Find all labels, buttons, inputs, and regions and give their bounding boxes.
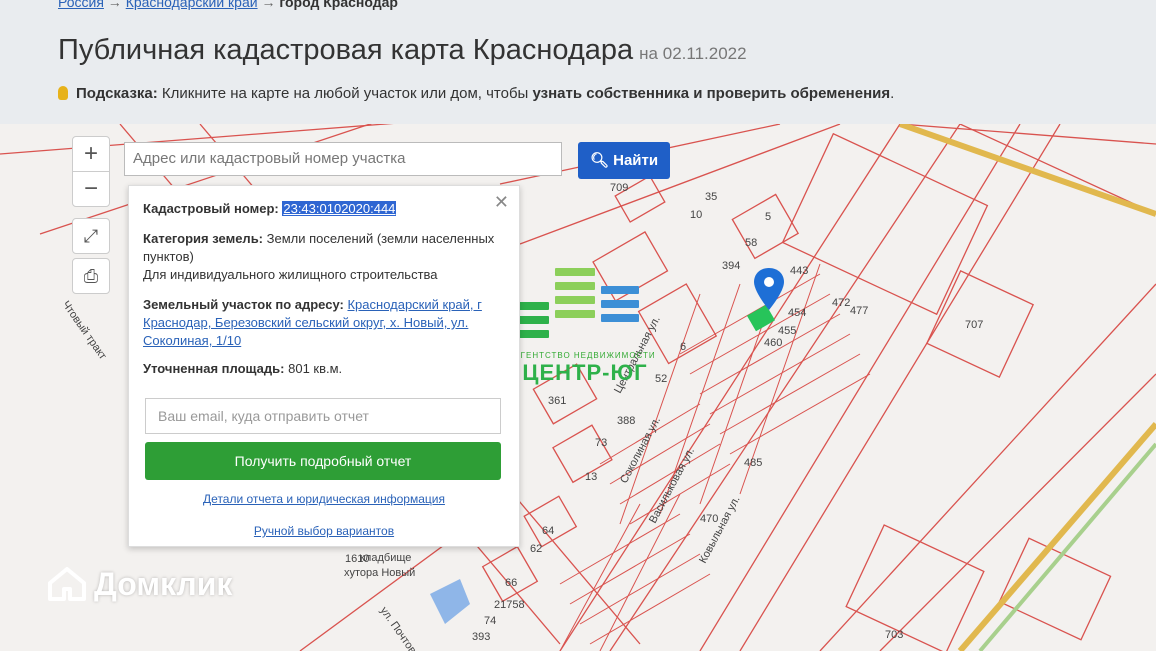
breadcrumb-krai[interactable]: Краснодарский край: [126, 0, 258, 10]
hint: Подсказка: Кликните на карте на любой уч…: [58, 85, 894, 102]
label-393: 393: [472, 631, 490, 643]
label-64: 64: [542, 525, 554, 537]
label-5: 5: [765, 211, 771, 223]
breadcrumb: Россия → Краснодарский край → город Крас…: [58, 0, 398, 10]
page-date: на 02.11.2022: [639, 44, 747, 63]
cadastral-row: Кадастровый номер: 23:43:0102020:444: [143, 200, 503, 218]
address-label: Земельный участок по адресу:: [143, 297, 344, 312]
label-709: 709: [610, 182, 628, 194]
label-73: 73: [595, 437, 607, 449]
watermark-text: Домклик: [94, 566, 233, 602]
hint-text: Кликните на карте на любой участок или д…: [161, 85, 533, 102]
fullscreen-button[interactable]: ⤢: [72, 218, 110, 254]
manual-selection-link[interactable]: Ручной выбор вариантов: [254, 524, 394, 538]
email-input[interactable]: Ваш email, куда отправить отчет: [145, 398, 501, 434]
area-label: Уточненная площадь:: [143, 361, 285, 376]
house-logo-icon: [48, 567, 86, 601]
road-green: [978, 442, 1156, 651]
breadcrumb-arrow: →: [103, 0, 126, 10]
label-58: 58: [745, 237, 757, 249]
label-703: 703: [885, 629, 903, 641]
zoom-control: + −: [72, 136, 110, 207]
label-35: 35: [705, 191, 717, 203]
category-use: Для индивидуального жилищного строительс…: [143, 267, 438, 282]
label-6: 6: [680, 341, 686, 353]
street-kovylnaya: Ковыльная ул.: [697, 494, 743, 565]
print-button[interactable]: ⎙: [72, 258, 110, 294]
hint-tail: .: [890, 85, 895, 102]
label-388: 388: [617, 415, 635, 427]
hint-bold: узнать собственника и проверить обремене…: [532, 85, 891, 102]
cadastral-label: Кадастровый номер:: [143, 201, 279, 216]
category-row: Категория земель: Земли поселений (земли…: [143, 230, 503, 284]
label-443: 443: [790, 265, 808, 277]
zoom-out-button[interactable]: −: [73, 171, 109, 206]
page-title-text: Публичная кадастровая карта Краснодара: [58, 34, 634, 66]
label-472: 472: [832, 297, 850, 309]
street-pochtovy: ул. Почтовый: [378, 605, 427, 651]
label-361: 361: [548, 395, 566, 407]
parcel-info-popup: ✕ Кадастровый номер: 23:43:0102020:444 К…: [128, 185, 520, 547]
label-13: 13: [585, 471, 597, 483]
label-485: 485: [744, 457, 762, 469]
page-title: Публичная кадастровая карта Краснодара на…: [58, 34, 747, 67]
address-row: Земельный участок по адресу: Краснодарск…: [143, 296, 503, 350]
domclick-watermark: Домклик: [48, 566, 232, 603]
label-74: 74: [484, 615, 496, 627]
street-trakt: Чтовый тракт: [60, 299, 109, 362]
search-button[interactable]: 🔍︎ Найти: [578, 142, 670, 179]
printer-icon: ⎙: [83, 266, 99, 286]
get-report-button[interactable]: Получить подробный отчет: [145, 442, 501, 480]
cadastral-number[interactable]: 23:43:0102020:444: [282, 201, 397, 216]
lightbulb-icon: [58, 86, 68, 100]
label-10: 10: [690, 209, 702, 221]
label-477: 477: [850, 305, 868, 317]
search-button-label: Найти: [613, 152, 659, 169]
label-394: 394: [722, 260, 740, 272]
breadcrumb-city: город Краснодар: [279, 0, 398, 10]
label-460: 460: [764, 337, 782, 349]
road: [899, 124, 1156, 651]
agency-logo: АГЕНТСТВО НЕДВИЖИМОСТИ ЦЕНТР-ЮГ: [505, 264, 665, 385]
category-label: Категория земель:: [143, 231, 264, 246]
agency-caption: АГЕНТСТВО НЕДВИЖИМОСТИ: [514, 351, 656, 360]
location-pin-icon[interactable]: [754, 268, 784, 310]
label-454: 454: [788, 307, 806, 319]
label-66: 66: [505, 577, 517, 589]
search-input[interactable]: Адрес или кадастровый номер участка: [124, 142, 562, 176]
zoom-in-button[interactable]: +: [73, 137, 109, 171]
report-details-link[interactable]: Детали отчета и юридическая информация: [203, 492, 445, 506]
khutor-label: хутора Новый: [344, 567, 415, 579]
label-62: 62: [530, 543, 542, 555]
label-707: 707: [965, 319, 983, 331]
breadcrumb-arrow: →: [257, 0, 280, 10]
water-body: [430, 579, 470, 624]
hint-label: Подсказка:: [76, 85, 158, 102]
label-21758: 21758: [494, 599, 525, 611]
fullscreen-icon: ⤢: [83, 226, 99, 246]
breadcrumb-russia[interactable]: Россия: [58, 0, 104, 10]
area-row: Уточненная площадь: 801 кв.м.: [143, 360, 503, 378]
agency-name: ЦЕНТР-ЮГ: [522, 360, 648, 385]
cemetery-label: кладбище: [360, 552, 411, 564]
search-icon: 🔍︎: [589, 152, 609, 169]
area-value: 801 кв.м.: [288, 361, 343, 376]
label-455: 455: [778, 325, 796, 337]
